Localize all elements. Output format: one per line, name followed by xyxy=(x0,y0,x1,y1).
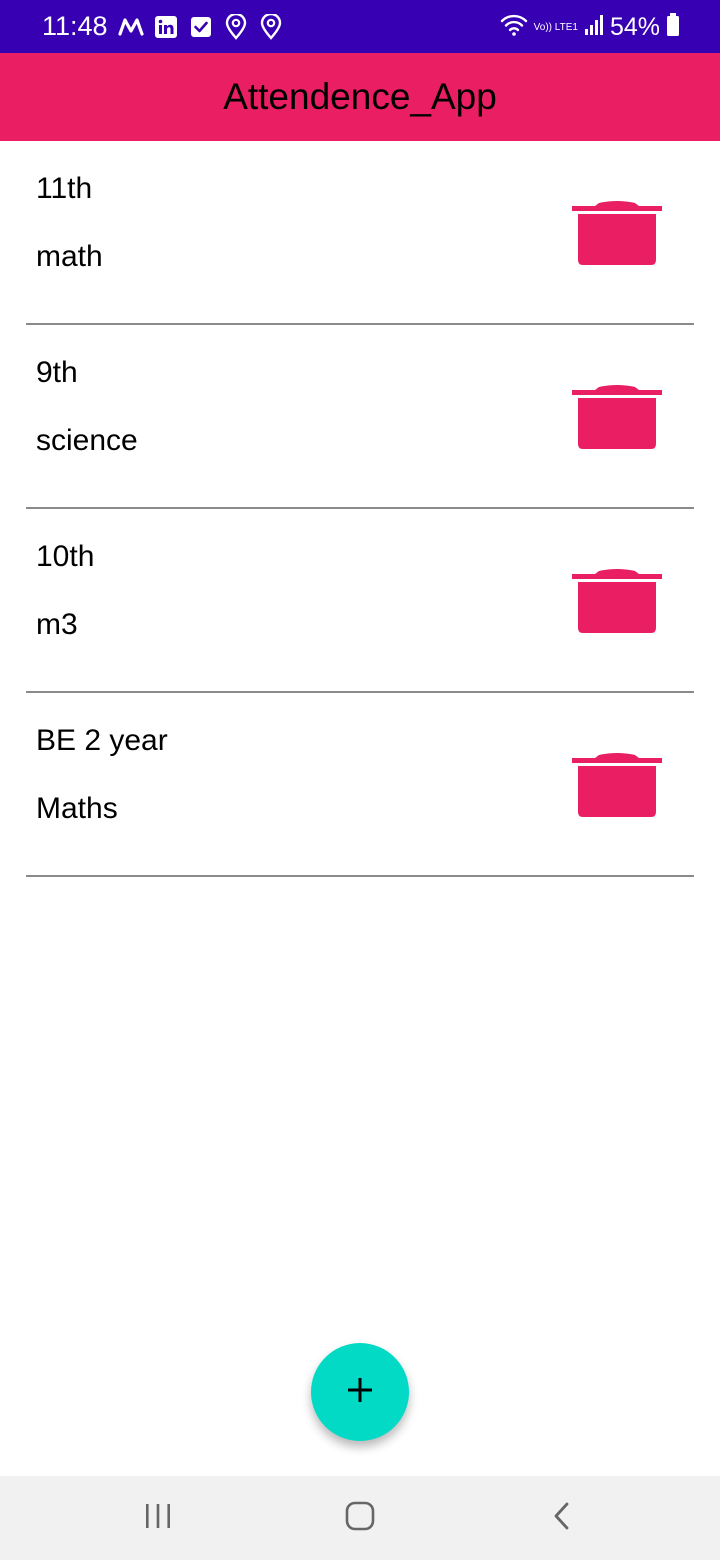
linkedin-icon xyxy=(153,14,179,40)
delete-icon[interactable] xyxy=(571,200,663,266)
class-name: 10th xyxy=(36,540,95,573)
list-item[interactable]: 10th m3 xyxy=(0,509,720,693)
list-item[interactable]: BE 2 year Maths xyxy=(0,693,720,877)
delete-icon[interactable] xyxy=(571,568,663,634)
subject-name: Maths xyxy=(36,792,118,825)
recent-apps-icon xyxy=(143,1502,173,1535)
wifi-icon xyxy=(500,13,528,42)
list-item[interactable]: 9th science xyxy=(0,325,720,509)
class-name: BE 2 year xyxy=(36,724,168,757)
battery-icon xyxy=(666,12,680,42)
divider xyxy=(26,875,694,877)
class-list: 11th math 9th science 10th m3 BE 2 year … xyxy=(0,141,720,877)
battery-percentage: 54% xyxy=(609,13,660,41)
delete-icon[interactable] xyxy=(571,752,663,818)
list-item[interactable]: 11th math xyxy=(0,141,720,325)
location-pin-icon xyxy=(258,14,284,40)
status-bar: 11:48 Vo)) LTE1 54% xyxy=(0,0,720,53)
navigation-bar xyxy=(0,1476,720,1560)
home-icon xyxy=(344,1500,376,1537)
m-icon xyxy=(118,14,144,40)
delete-icon[interactable] xyxy=(571,384,663,450)
checkbox-icon xyxy=(188,14,214,40)
app-title: Attendence_App xyxy=(223,76,497,117)
home-button[interactable] xyxy=(330,1496,390,1540)
subject-name: m3 xyxy=(36,608,78,641)
class-name: 9th xyxy=(36,356,78,389)
subject-name: math xyxy=(36,240,103,273)
status-time: 11:48 xyxy=(42,11,108,41)
back-button[interactable] xyxy=(532,1496,592,1540)
app-bar: Attendence_App xyxy=(0,53,720,141)
add-class-button[interactable] xyxy=(311,1343,409,1441)
back-icon xyxy=(552,1501,572,1536)
system-status-icons: Vo)) LTE1 54% xyxy=(500,10,680,44)
subject-name: science xyxy=(36,424,138,457)
location-pin-icon xyxy=(223,14,249,40)
recent-apps-button[interactable] xyxy=(128,1496,188,1540)
signal-icon xyxy=(584,14,604,41)
plus-icon xyxy=(346,1376,374,1409)
class-name: 11th xyxy=(36,172,93,205)
lte-icon: Vo)) LTE1 xyxy=(533,21,578,33)
notification-icons xyxy=(118,12,284,42)
